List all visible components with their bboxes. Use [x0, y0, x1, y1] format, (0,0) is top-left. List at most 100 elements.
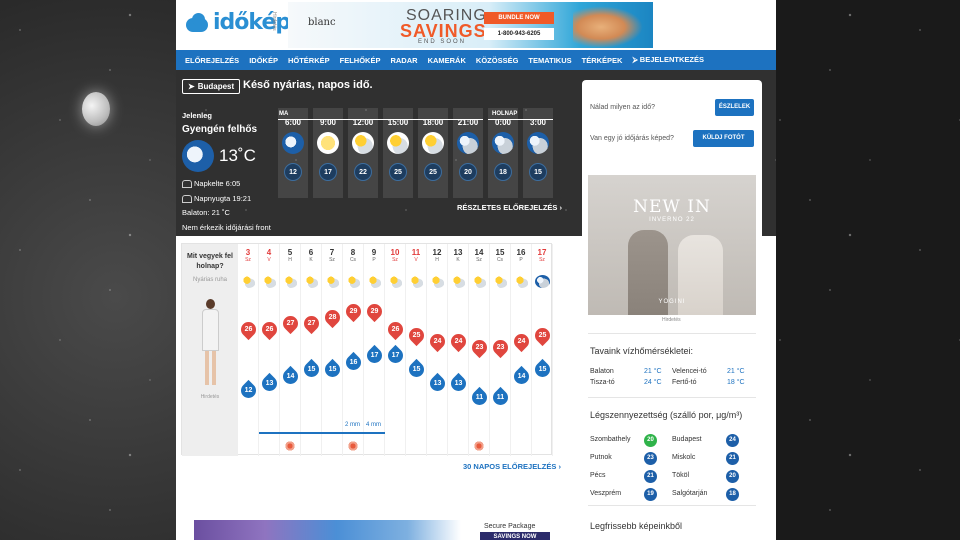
moonrise-text: Napkelte 6:05	[194, 179, 241, 188]
nav-kozosseg[interactable]: KÖZÖSSÉG	[471, 56, 524, 65]
day-column[interactable]: 14 Sz 23 11	[468, 244, 491, 456]
location-button[interactable]: ➤ Budapest	[182, 79, 241, 94]
night-clear-icon	[182, 140, 214, 172]
day-number: 12	[432, 248, 442, 257]
max-temp: 23	[496, 344, 505, 351]
nav-radar[interactable]: RADAR	[385, 56, 422, 65]
outfit-label: Nyárias ruha	[192, 277, 227, 283]
hour-col[interactable]: 6:00 12	[278, 108, 308, 198]
nav-hoterkep[interactable]: HŐTÉRKÉP	[283, 56, 335, 65]
day-name: Sz	[392, 257, 398, 263]
sunset-icon	[182, 195, 192, 204]
day-number: 3	[245, 248, 251, 257]
hour-col[interactable]: 3:00 15	[523, 108, 553, 198]
day-column[interactable]: 7 Sz 28 15	[321, 244, 344, 456]
observe-button[interactable]: ÉSZLELEK	[715, 99, 754, 116]
max-temp: 24	[517, 338, 526, 345]
water-temp-title: Tavaink vízhőmérsékletei:	[590, 346, 694, 356]
day-column[interactable]: 4 V 26 13	[258, 244, 281, 456]
pollen-icon	[473, 440, 485, 452]
sidebar-ad-label: Hirdetés	[662, 317, 681, 323]
hour-time: 18:00	[422, 118, 444, 127]
current-label: Jelenleg	[182, 111, 213, 120]
day-column[interactable]: 16 P 24 14	[510, 244, 533, 456]
hour-temp: 17	[319, 163, 337, 181]
day-number: 7	[329, 248, 335, 257]
min-temp: 13	[454, 380, 463, 387]
sidebar-ad[interactable]: NEW IN INVERNO 22 YOGINI	[588, 175, 756, 315]
hour-col[interactable]: 15:00 25	[383, 108, 413, 198]
hour-col[interactable]: 21:00 20	[453, 108, 483, 198]
min-temp: 11	[496, 394, 505, 401]
storm-icon	[367, 275, 382, 288]
partly-cloudy-icon	[241, 275, 256, 288]
top-banner-ad[interactable]: blanc SOARING SAVINGS END SOON BUNDLE NO…	[288, 2, 653, 48]
send-photo-button[interactable]: KÜLDJ FOTÓT	[693, 130, 754, 147]
ad-bundle-button[interactable]: BUNDLE NOW	[484, 12, 554, 24]
hour-col[interactable]: 9:00 17	[313, 108, 343, 198]
day-column[interactable]: 12 H 24 13	[426, 244, 449, 456]
day-column[interactable]: 6 K 27 15	[300, 244, 323, 456]
day-name: K	[309, 257, 313, 263]
ad-bottom-button[interactable]: SAVINGS NOW	[480, 532, 550, 540]
day-name: H	[288, 257, 292, 263]
hour-col[interactable]: 18:00 25	[418, 108, 448, 198]
day-column[interactable]: 5 H 27 14	[279, 244, 302, 456]
outfit-question: Mit vegyek fel holnap?	[187, 253, 233, 270]
day-column[interactable]: 15 Cs 23 11	[489, 244, 512, 456]
rain-amount: 2 mm	[345, 422, 360, 428]
air-city: Tököl	[672, 472, 690, 479]
max-temp: 26	[391, 326, 400, 333]
storm-icon	[283, 275, 298, 288]
lake-temp: 21 °C	[644, 368, 662, 375]
hour-temp: 18	[494, 163, 512, 181]
lake-temp: 21 °C	[727, 368, 745, 375]
day-name: Cs	[496, 257, 504, 263]
nav-kamerak[interactable]: KAMERÁK	[423, 56, 471, 65]
lake-temp: 24 °C	[644, 379, 662, 386]
day-column[interactable]: 11 V 25 15	[405, 244, 428, 456]
hour-temp: 15	[529, 163, 547, 181]
nav-terkepek[interactable]: TÉRKÉPEK	[577, 56, 628, 65]
hour-col[interactable]: 0:00 18	[488, 108, 518, 198]
nav-felhokep[interactable]: FELHŐKÉP	[335, 56, 386, 65]
min-temp: 14	[286, 373, 295, 380]
nav-idokep[interactable]: IDŐKÉP	[244, 56, 283, 65]
day-name: K	[456, 257, 460, 263]
day-column[interactable]: 13 K 24 13	[447, 244, 470, 456]
hour-time: 15:00	[387, 118, 409, 127]
header: időkép Hirdetés blanc SOARING SAVINGS EN…	[176, 0, 776, 50]
bottom-banner-ad[interactable]: Secure Package SAVINGS NOW	[194, 520, 550, 540]
outfit-model-image[interactable]	[196, 299, 224, 394]
model-leg	[212, 351, 216, 385]
current-condition: Gyengén felhős	[182, 124, 258, 135]
latest-photos-title: Legfrissebb képeinkből	[590, 521, 683, 531]
logo-text: időkép	[213, 10, 291, 35]
ad-bottom-line1: Secure Package	[484, 523, 536, 530]
model-head	[206, 299, 215, 309]
day-column[interactable]: 10 Sz 26 17	[384, 244, 407, 456]
nav-tematikus[interactable]: TEMATIKUS	[523, 56, 576, 65]
min-temp: 13	[433, 380, 442, 387]
day-column[interactable]: 17 Sz 25 15	[531, 244, 554, 456]
nav-elorejelzes[interactable]: ELŐREJELZÉS	[180, 56, 244, 65]
max-temp: 27	[307, 320, 316, 327]
main-nav: ELŐREJELZÉS IDŐKÉP HŐTÉRKÉP FELHŐKÉP RAD…	[176, 50, 776, 70]
air-value-badge: 20	[644, 434, 657, 447]
nav-login[interactable]: ⮚ BEJELENTKEZÉS	[627, 55, 709, 65]
divider	[588, 505, 756, 506]
day-name: V	[267, 257, 271, 263]
partly-cloudy-icon	[451, 275, 466, 288]
details-link[interactable]: RÉSZLETES ELŐREJELZÉS ›	[457, 203, 562, 212]
30-day-link[interactable]: 30 NAPOS ELŐREJELZÉS ›	[463, 462, 561, 471]
lake-name: Fertő-tó	[672, 379, 697, 386]
min-temp: 15	[328, 366, 337, 373]
hour-temp: 20	[459, 163, 477, 181]
day-column[interactable]: 3 Sz 26 12	[237, 244, 260, 456]
hour-time: 9:00	[319, 118, 336, 127]
water-temp-val: 21 °C	[644, 368, 662, 375]
hour-col[interactable]: 12:00 22	[348, 108, 378, 198]
night-clear-icon	[282, 132, 304, 154]
min-temp: 15	[538, 366, 547, 373]
model-dress	[202, 309, 219, 351]
